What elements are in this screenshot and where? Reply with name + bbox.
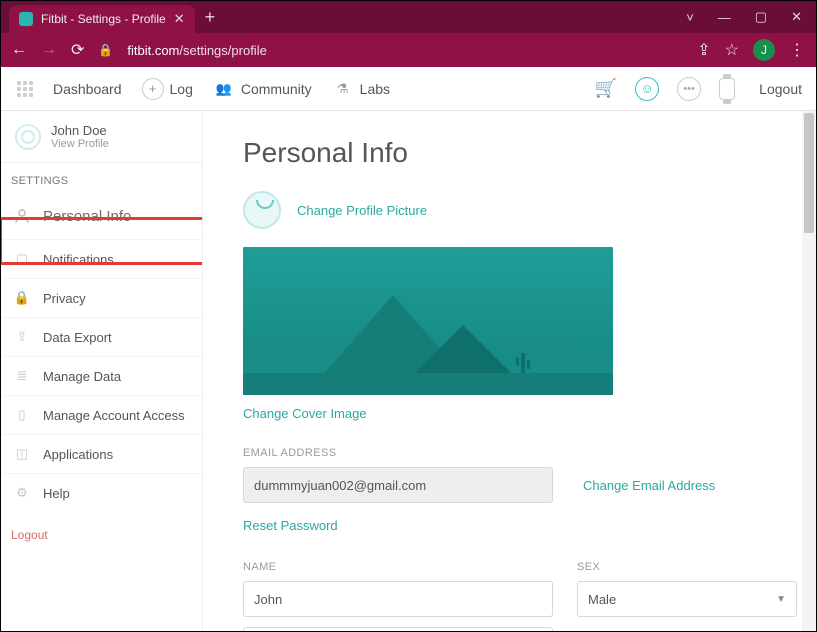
sidebar-item-privacy[interactable]: 🔒 Privacy [1,278,202,317]
sidebar-item-help[interactable]: ⚙ Help [1,473,202,512]
data-icon: ≣ [13,367,31,385]
settings-sidebar: John Doe View Profile SETTINGS Personal … [1,111,203,631]
url-domain: fitbit.com [127,43,179,58]
chevron-down-icon[interactable]: ˅ [686,10,694,25]
sidebar-logout[interactable]: Logout [1,512,202,558]
fitbit-logo-icon[interactable] [15,79,35,99]
name-label: NAME [243,561,553,573]
sex-value: Male [588,592,616,607]
change-profile-picture-link[interactable]: Change Profile Picture [297,203,427,218]
profile-avatar[interactable]: J [753,39,775,61]
reset-password-link[interactable]: Reset Password [243,518,338,533]
change-cover-image-link[interactable]: Change Cover Image [243,406,367,421]
nav-community[interactable]: 👥Community [213,78,312,100]
phone-icon: ▯ [13,406,31,424]
cart-icon[interactable]: 🛒 [595,78,617,99]
avatar-icon [15,124,41,150]
lock-icon[interactable]: 🔒 [98,43,113,57]
tab-close-icon[interactable]: ✕ [174,11,185,27]
first-name-field[interactable] [243,581,553,617]
sidebar-item-applications[interactable]: ◫ Applications [1,434,202,473]
logout-link[interactable]: Logout [759,81,802,97]
browser-tab[interactable]: Fitbit - Settings - Profile ✕ [9,5,195,33]
tab-favicon [19,12,33,26]
apps-icon: ◫ [13,445,31,463]
last-name-field[interactable] [243,627,553,631]
content-area: Personal Info Change Profile Picture Cha… [203,111,816,631]
email-label: EMAIL ADDRESS [243,447,776,459]
sidebar-item-manage-data[interactable]: ≣ Manage Data [1,356,202,395]
email-field [243,467,553,503]
scrollbar-thumb[interactable] [804,113,814,233]
nav-labs[interactable]: ⚗Labs [332,78,390,100]
sidebar-item-label: Manage Data [43,369,121,384]
share-icon[interactable]: ⇪ [697,40,710,60]
chevron-down-icon: ▼ [776,594,786,605]
lock-icon: 🔒 [13,289,31,307]
sidebar-item-label: Applications [43,447,113,462]
sidebar-section-label: SETTINGS [1,163,202,193]
gear-icon: ⚙ [13,484,31,502]
sex-select[interactable]: Male ▼ [577,581,797,617]
sidebar-user-sub: View Profile [51,138,109,150]
change-email-link[interactable]: Change Email Address [583,478,715,493]
app-header: Dashboard +Log 👥Community ⚗Labs 🛒 ☺ ••• … [1,67,816,111]
sidebar-item-label: Notifications [43,252,114,267]
new-tab-button[interactable]: + [205,7,216,28]
upload-icon: ⇪ [13,328,31,346]
sidebar-item-data-export[interactable]: ⇪ Data Export [1,317,202,356]
cactus-icon [521,353,525,373]
scrollbar-track[interactable] [802,111,816,631]
profile-picture [243,191,281,229]
sidebar-item-manage-access[interactable]: ▯ Manage Account Access [1,395,202,434]
sex-label: SEX [577,561,797,573]
plus-icon: + [142,78,164,100]
nav-dashboard[interactable]: Dashboard [53,81,122,97]
person-icon [13,207,31,225]
sidebar-item-label: Personal Info [43,208,131,225]
tab-title: Fitbit - Settings - Profile [41,12,166,26]
sidebar-item-notifications[interactable]: ▢ Notifications [1,239,202,278]
sidebar-item-personal-info[interactable]: Personal Info [1,193,202,239]
more-icon[interactable]: ••• [677,77,701,101]
window-close-icon[interactable]: ✕ [791,9,802,25]
sidebar-user-name: John Doe [51,123,109,138]
window-maximize-icon[interactable]: ▢ [755,9,767,25]
flask-icon: ⚗ [332,78,354,100]
nav-log[interactable]: +Log [142,78,193,100]
url-path: /settings/profile [179,43,266,58]
address-bar[interactable]: fitbit.com/settings/profile [127,43,683,58]
bookmark-icon[interactable]: ☆ [725,40,739,60]
chat-icon: ▢ [13,250,31,268]
browser-menu-icon[interactable]: ⋮ [789,40,806,60]
forward-button[interactable]: → [41,41,57,59]
sidebar-item-label: Privacy [43,291,86,306]
reload-button[interactable]: ⟳ [71,40,84,60]
window-titlebar: Fitbit - Settings - Profile ✕ + ˅ — ▢ ✕ [1,1,816,33]
smile-icon[interactable]: ☺ [635,77,659,101]
page-title: Personal Info [243,137,776,169]
sidebar-item-label: Manage Account Access [43,408,185,423]
people-icon: 👥 [213,78,235,100]
browser-toolbar: ← → ⟳ 🔒 fitbit.com/settings/profile ⇪ ☆ … [1,33,816,67]
device-icon[interactable] [719,78,735,100]
cover-image [243,247,613,395]
window-minimize-icon[interactable]: — [718,10,731,25]
sidebar-user[interactable]: John Doe View Profile [1,111,202,163]
sidebar-item-label: Data Export [43,330,112,345]
back-button[interactable]: ← [11,41,27,59]
sidebar-item-label: Help [43,486,70,501]
